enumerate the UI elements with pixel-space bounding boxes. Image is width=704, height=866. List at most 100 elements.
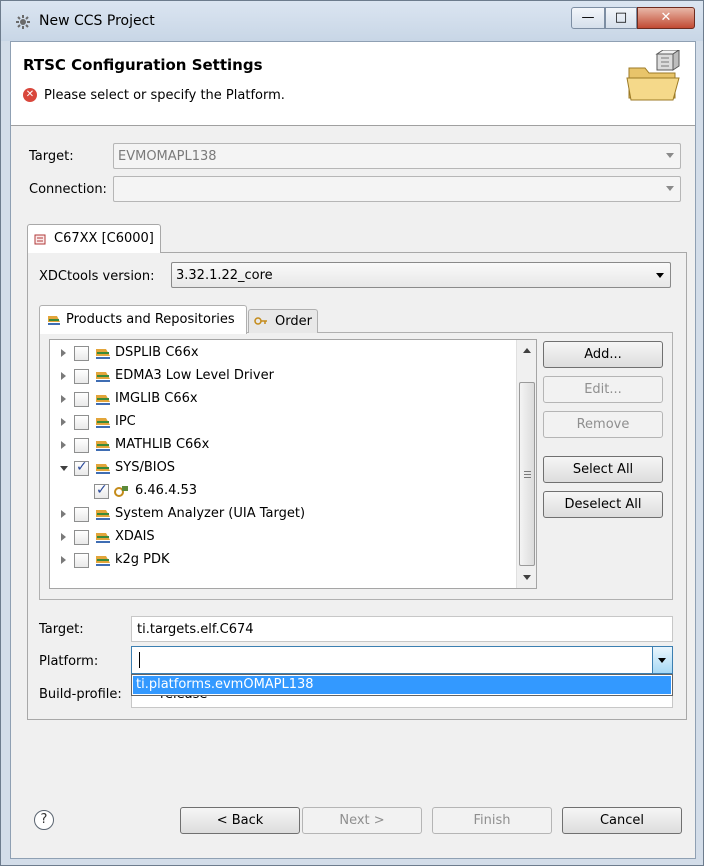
new-ccs-project-window: New CCS Project — □ ✕ RTSC Configuration… [0,0,704,866]
minimize-button[interactable]: — [571,7,605,29]
tree-row[interactable]: IPC [50,411,514,434]
close-icon: ✕ [660,10,672,25]
platform-label: Platform: [39,654,99,669]
scroll-up-icon[interactable] [523,348,531,353]
tree-row-label: 6.46.4.53 [135,483,198,498]
expand-closed-icon[interactable] [61,441,66,449]
tab-c67xx-label: C67XX [C6000] [54,231,154,246]
grip-icon [524,471,531,472]
scrollbar-thumb[interactable] [519,382,535,566]
help-icon[interactable]: ? [34,810,54,830]
product-checkbox[interactable] [74,415,89,430]
cancel-button[interactable]: Cancel [562,807,682,834]
connection-label: Connection: [29,182,107,197]
repository-icon [96,533,110,543]
tree-row-label: MATHLIB C66x [115,437,210,452]
edit-button[interactable]: Edit... [543,376,663,403]
wizard-header: RTSC Configuration Settings ✕ Please sel… [11,42,695,126]
platform-dropdown-button[interactable] [652,647,672,673]
tree-row[interactable]: XDAIS [50,526,514,549]
expand-closed-icon[interactable] [61,395,66,403]
product-checkbox[interactable] [74,346,89,361]
product-checkbox[interactable] [74,369,89,384]
product-checkbox[interactable] [74,553,89,568]
device-error-icon [34,234,46,245]
tab-order[interactable]: Order [248,309,318,333]
tree-row-label: k2g PDK [115,552,170,567]
expand-closed-icon[interactable] [61,372,66,380]
product-checkbox[interactable]: ✓ [74,459,89,476]
repository-icon [96,510,110,520]
tab-products-and-repositories[interactable]: Products and Repositories [39,305,247,334]
product-checkbox[interactable] [74,392,89,407]
remove-button[interactable]: Remove [543,411,663,438]
window-title: New CCS Project [39,13,155,29]
product-checkbox[interactable] [74,438,89,453]
tree-row[interactable]: IMGLIB C66x [50,388,514,411]
checkmark-icon: ✓ [96,482,108,498]
device-target-label: Target: [29,149,74,164]
chevron-down-icon [656,273,664,278]
dialog-client: RTSC Configuration Settings ✕ Please sel… [10,41,696,859]
deselect-all-button[interactable]: Deselect All [543,491,663,518]
platform-combo[interactable] [131,646,673,674]
repository-icon [96,372,110,382]
select-all-button[interactable]: Select All [543,456,663,483]
tree-row[interactable]: ✓ SYS/BIOS [50,457,514,480]
repository-icon [96,418,110,428]
expand-closed-icon[interactable] [61,533,66,541]
maximize-icon: □ [614,10,628,25]
expand-closed-icon[interactable] [61,349,66,357]
expand-closed-icon[interactable] [61,418,66,426]
repository-icon [96,464,110,474]
tree-row[interactable]: EDMA3 Low Level Driver [50,365,514,388]
xdctools-value: 3.32.1.22_core [176,268,273,283]
add-button[interactable]: Add... [543,341,663,368]
build-target-field[interactable]: ti.targets.elf.C674 [131,616,673,642]
chevron-down-icon [666,153,674,158]
page-title: RTSC Configuration Settings [23,56,263,74]
tree-row[interactable]: DSPLIB C66x [50,342,514,365]
status-message: Please select or specify the Platform. [44,88,285,103]
tree-row[interactable]: System Analyzer (UIA Target) [50,503,514,526]
expand-open-icon[interactable] [60,466,68,471]
title-bar[interactable]: New CCS Project — □ ✕ [1,1,703,41]
tree-child-row[interactable]: ✓ 6.46.4.53 [50,480,514,503]
xdctools-select[interactable]: 3.32.1.22_core [171,262,671,288]
tab-c67xx[interactable]: C67XX [C6000] [27,224,161,253]
tab-products-label: Products and Repositories [66,312,235,327]
platform-option[interactable]: ti.platforms.evmOMAPL138 [133,676,671,694]
tree-row-label: IPC [115,414,136,429]
back-button[interactable]: < Back [180,807,300,834]
text-cursor [139,652,140,668]
product-checkbox[interactable] [74,507,89,522]
tab-order-label: Order [275,314,312,329]
product-checkbox[interactable]: ✓ [94,482,109,499]
tree-row-label: EDMA3 Low Level Driver [115,368,274,383]
tree-row[interactable]: k2g PDK [50,549,514,572]
tree-row-label: IMGLIB C66x [115,391,198,406]
chevron-down-icon [658,658,666,663]
scroll-down-icon[interactable] [523,575,531,580]
build-profile-label: Build-profile: [39,687,122,702]
tree-row-label: System Analyzer (UIA Target) [115,506,306,521]
checkmark-icon: ✓ [76,459,88,475]
device-target-value: EVMOMAPL138 [118,149,217,164]
finish-button[interactable]: Finish [432,807,552,834]
repository-icon [48,316,60,325]
device-target-combo: EVMOMAPL138 [113,143,681,169]
expand-closed-icon[interactable] [61,510,66,518]
next-button[interactable]: Next > [302,807,422,834]
error-icon: ✕ [23,88,37,102]
tree-scrollbar[interactable] [516,340,536,588]
tree-row-label: SYS/BIOS [115,460,176,475]
tree-row[interactable]: MATHLIB C66x [50,434,514,457]
repository-icon [96,441,110,451]
expand-closed-icon[interactable] [61,556,66,564]
close-button[interactable]: ✕ [637,7,695,29]
xdctools-label: XDCtools version: [39,269,155,284]
folder-package-icon [626,50,680,101]
maximize-button[interactable]: □ [605,7,637,29]
products-tree[interactable]: DSPLIB C66x EDMA3 Low Level Driver IMGLIB … [49,339,537,589]
product-checkbox[interactable] [74,530,89,545]
